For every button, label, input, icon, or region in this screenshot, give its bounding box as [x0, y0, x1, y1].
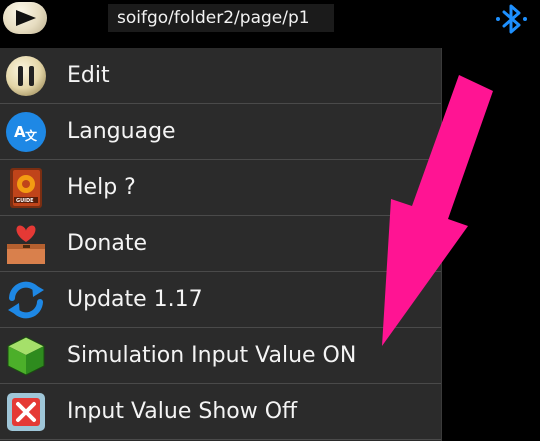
bluetooth-icon[interactable]	[492, 3, 532, 35]
translate-icon: A 文	[6, 112, 46, 152]
menu-item-label: Input Value Show Off	[67, 399, 298, 424]
pointer-arrow	[382, 75, 493, 346]
pause-icon	[6, 56, 46, 96]
menu-item-label: Update 1.17	[67, 287, 203, 312]
menu-item-label: Donate	[67, 231, 147, 256]
path-field[interactable]: soifgo/folder2/page/p1	[108, 4, 334, 32]
close-box-icon	[7, 393, 45, 431]
menu-item-label: Help ?	[67, 175, 136, 200]
menu-item-label: Simulation Input Value ON	[67, 343, 357, 368]
play-icon	[16, 10, 36, 26]
refresh-icon	[8, 281, 44, 319]
menu-item-input-value-show[interactable]: Input Value Show Off	[0, 384, 441, 440]
menu-item-label: Language	[67, 119, 176, 144]
cube-icon	[7, 336, 45, 376]
guide-book-icon: GUIDE	[10, 168, 42, 208]
svg-text:文: 文	[25, 128, 38, 143]
donate-box-heart-icon	[7, 225, 45, 264]
play-button[interactable]	[3, 2, 47, 34]
svg-text:GUIDE: GUIDE	[16, 198, 34, 204]
menu-item-label: Edit	[67, 63, 110, 88]
top-bar: soifgo/folder2/page/p1	[0, 0, 540, 40]
